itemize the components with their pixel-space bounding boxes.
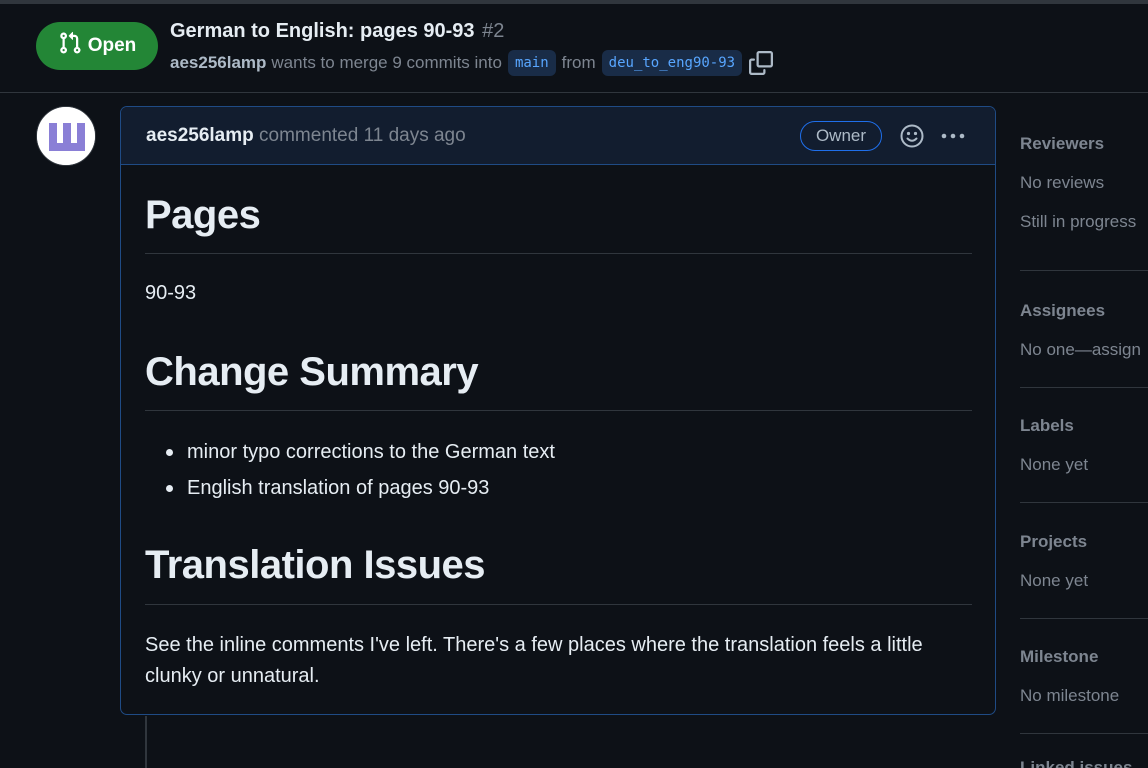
sidebar-assignees[interactable]: Assignees No one—assign (1020, 301, 1148, 360)
labels-value: None yet (1020, 455, 1089, 474)
issues-text: See the inline comments I've left. There… (145, 634, 923, 687)
divider (1020, 733, 1148, 734)
pr-description-comment: aes256lamp commented 11 days ago Owner P… (120, 106, 996, 715)
reviewers-heading[interactable]: Reviewers (1020, 134, 1148, 154)
pr-sidebar: Reviewers No reviews Still in progress A… (1020, 106, 1148, 768)
copy-icon[interactable] (748, 50, 774, 76)
from-text: from (561, 53, 596, 72)
divider (1020, 387, 1148, 388)
pages-value: 90-93 (145, 282, 197, 304)
pr-state-badge: Open (36, 22, 158, 70)
comment-author-link[interactable]: aes256lamp (146, 125, 254, 146)
projects-value: None yet (1020, 571, 1089, 590)
sidebar-milestone[interactable]: Milestone No milestone (1020, 647, 1148, 706)
base-branch[interactable]: main (507, 50, 556, 76)
change-list: minor typo corrections to the German tex… (145, 437, 972, 509)
sidebar-projects[interactable]: Projects None yet (1020, 532, 1148, 591)
divider (1020, 618, 1148, 619)
avatar[interactable] (36, 106, 96, 166)
divider (1020, 270, 1148, 271)
projects-heading[interactable]: Projects (1020, 532, 1148, 552)
sidebar-labels[interactable]: Labels None yet (1020, 416, 1148, 475)
list-item: English translation of pages 90-93 (145, 473, 972, 509)
timeline-line (145, 716, 147, 768)
pr-title: German to English: pages 90-93 (170, 20, 475, 42)
divider (1020, 502, 1148, 503)
head-branch[interactable]: deu_to_eng90-93 (601, 50, 743, 76)
pr-author-link[interactable]: aes256lamp (170, 53, 266, 73)
reviewers-status: Still in progress (1020, 212, 1137, 231)
kebab-horizontal-icon[interactable] (939, 122, 967, 150)
pr-title-line: German to English: pages 90-93 #2 (170, 20, 504, 43)
pr-state-label: Open (87, 35, 137, 56)
sidebar-linked-issues[interactable]: Linked issues (1020, 758, 1148, 768)
heading-change-summary: Change Summary (145, 350, 972, 411)
list-item: minor typo corrections to the German tex… (145, 437, 972, 473)
comment-header: aes256lamp commented 11 days ago Owner (121, 107, 995, 165)
assignees-heading[interactable]: Assignees (1020, 301, 1148, 321)
heading-translation-issues: Translation Issues (145, 543, 972, 605)
milestone-heading[interactable]: Milestone (1020, 647, 1148, 667)
pr-number: #2 (482, 20, 505, 42)
linked-issues-heading[interactable]: Linked issues (1020, 758, 1148, 768)
milestone-value: No milestone (1020, 686, 1120, 705)
smiley-icon[interactable] (898, 122, 926, 150)
comment-byline: aes256lamp commented 11 days ago (146, 125, 466, 147)
merge-text: wants to merge 9 commits into (271, 53, 502, 72)
reviewers-value: No reviews (1020, 173, 1105, 192)
heading-pages: Pages (145, 193, 972, 254)
sidebar-reviewers[interactable]: Reviewers No reviews Still in progress (1020, 134, 1148, 232)
pr-meta: aes256lamp wants to merge 9 commits into… (170, 50, 774, 76)
owner-badge: Owner (800, 121, 882, 151)
labels-heading[interactable]: Labels (1020, 416, 1148, 436)
pull-request-page: Open German to English: pages 90-93 #2 a… (0, 0, 1148, 768)
assignees-value[interactable]: No one—assign (1020, 340, 1148, 360)
pr-header: Open German to English: pages 90-93 #2 a… (0, 4, 1148, 93)
git-pull-request-icon (58, 31, 82, 61)
comment-timestamp[interactable]: commented 11 days ago (259, 125, 466, 146)
